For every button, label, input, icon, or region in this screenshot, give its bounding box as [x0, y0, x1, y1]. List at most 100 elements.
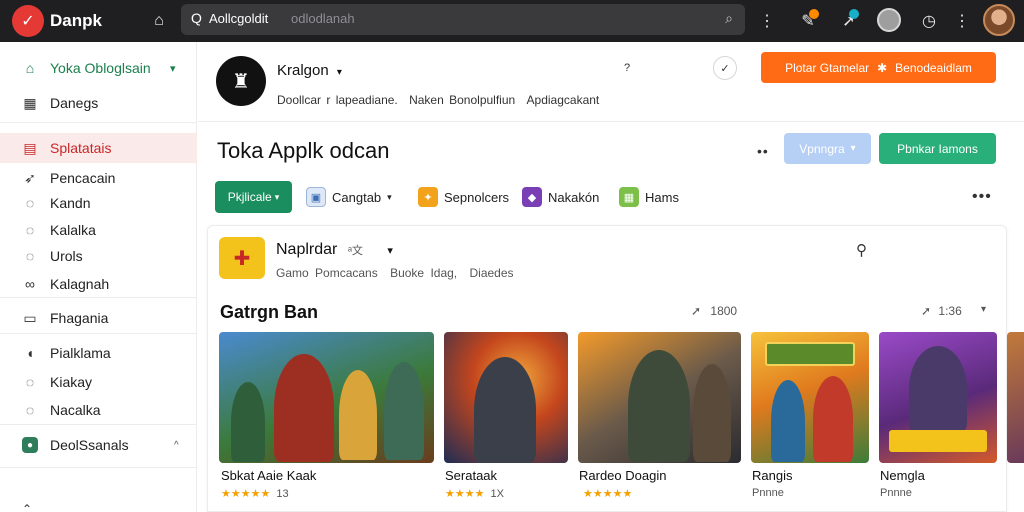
filter-chip-active[interactable]: Pkjlicale ▾	[215, 181, 292, 213]
sidebar-item[interactable]: ◌ Kiakay	[0, 367, 197, 397]
character-figure	[384, 362, 424, 460]
desc-part: Bonolpulfiun	[449, 93, 516, 107]
rating-count: 13	[276, 488, 289, 500]
tag-icon: ◖	[25, 345, 35, 361]
history-icon[interactable]: ◷	[917, 9, 941, 33]
game-subtitle: Pnnne	[880, 487, 912, 499]
user-avatar-small[interactable]	[877, 8, 901, 32]
workspace-label: Yoka Obloglsain	[50, 60, 151, 76]
chat-icon: ◌	[25, 402, 35, 418]
desc-part: Naken	[409, 93, 444, 107]
sidebar-item-label: DeolSsanals	[50, 437, 129, 453]
puzzle-icon: ✦	[418, 187, 438, 207]
filter-chip[interactable]: ▣ Cangtab ▾	[306, 186, 392, 208]
game-subtitle: Pnnne	[752, 487, 784, 499]
title-banner	[889, 430, 987, 452]
character-figure	[274, 354, 334, 462]
title-banner	[765, 342, 855, 366]
help-button[interactable]: ?	[615, 56, 639, 80]
sidebar-item[interactable]: ◖ Pialklama	[0, 338, 197, 368]
app-name[interactable]: Naplrdar ᵃ文 ▾	[276, 241, 393, 259]
sidebar-workspace[interactable]: ⌂ Yoka Obloglsain ▾	[0, 53, 197, 83]
game-rating: ★★★★★ 13	[221, 487, 289, 500]
message-badge	[849, 9, 859, 19]
game-thumbnail[interactable]	[751, 332, 869, 463]
game-title[interactable]: Serataak	[445, 468, 497, 483]
search-icon[interactable]: ⚲	[856, 241, 867, 259]
channel-avatar[interactable]: ♜	[216, 56, 266, 106]
more-horizontal-icon[interactable]: ••	[757, 143, 769, 159]
channel-name[interactable]: Kralgon ▾	[277, 62, 342, 79]
game-title[interactable]: Rangis	[752, 468, 792, 483]
home-icon[interactable]: ⌂	[147, 9, 171, 33]
chip-label: Hams	[645, 189, 679, 205]
verify-button[interactable]: ✓	[713, 56, 737, 80]
chevron-up-icon: ^	[174, 439, 179, 451]
game-thumbnail-partial[interactable]	[1007, 332, 1024, 463]
sidebar-item-label: Pencacain	[50, 170, 116, 186]
filter-chip[interactable]: ✦ Sepnolcers	[418, 186, 509, 208]
sidebar-item-dashboard[interactable]: ▦ Danegs	[0, 88, 197, 118]
sidebar-item[interactable]: ● DeolSsanals ^	[0, 430, 197, 460]
character-figure	[909, 346, 967, 432]
chevron-down-icon[interactable]: ▾	[981, 304, 986, 315]
game-thumbnail[interactable]	[879, 332, 997, 463]
user-avatar[interactable]	[983, 4, 1015, 36]
sidebar-item[interactable]: ◌ Urols	[0, 241, 197, 271]
magnifier-icon[interactable]: ⌕	[725, 10, 733, 27]
sidebar-item[interactable]: ◌ Kandn	[0, 188, 197, 218]
dropdown-button[interactable]: Vpnngra ▾	[784, 133, 871, 164]
search-placeholder: odlodlanah	[291, 11, 355, 26]
chip-label: Sepnolcers	[444, 189, 510, 205]
game-title[interactable]: Nemgla	[880, 468, 925, 483]
more-horizontal-icon[interactable]: •••	[972, 188, 992, 206]
game-thumbnail[interactable]	[219, 332, 434, 463]
settings-more-icon[interactable]: ⋮	[950, 9, 974, 33]
translate-icon: ᵃ文	[347, 245, 363, 257]
rating-count: 1X	[490, 488, 504, 500]
filter-chip[interactable]: ◆ Nakakón	[522, 186, 599, 208]
game-title[interactable]: Sbkat Aaie Kaak	[221, 468, 316, 483]
filter-chip[interactable]: ▦ Hams	[619, 186, 679, 208]
rocket-icon: ➶	[24, 169, 36, 186]
sidebar-item-label: Pialklama	[50, 345, 111, 361]
help-icon: ?	[623, 62, 631, 74]
sidebar-item-active[interactable]: ▤ Splatatais	[0, 133, 197, 163]
sidebar-item[interactable]: ∞ Kalagnah	[0, 269, 197, 299]
action-button[interactable]: Pbnkar Iamons	[879, 133, 996, 164]
sidebar-item-label: Kalalka	[50, 222, 96, 238]
sidebar-item-label: Kandn	[50, 195, 91, 211]
home-icon: ⌂	[25, 60, 35, 76]
chat-icon: ◌	[25, 374, 35, 390]
desc-part: r lapeadiane.	[326, 93, 398, 107]
sparkle-icon: ✱	[877, 60, 888, 75]
app-logo[interactable]: ✓	[12, 5, 44, 37]
app-icon[interactable]: ✚	[219, 237, 265, 279]
chevron-down-icon: ▾	[850, 143, 856, 154]
tag-icon: ▣	[306, 187, 326, 207]
search-value: Aollcgoldit	[209, 11, 269, 26]
chat-icon: ◌	[25, 222, 35, 238]
rating-stars: ★★★★★	[583, 488, 633, 500]
desc-part: Doollcar	[277, 93, 322, 107]
meta-part: Diaedes	[469, 266, 514, 280]
app-meta: Gamo Pomcacans Buoke Idag, Diaedes	[276, 266, 514, 280]
game-title[interactable]: Rardeo Doagin	[579, 468, 666, 483]
game-thumbnail[interactable]	[444, 332, 568, 463]
channel-name-text: Kralgon	[277, 62, 329, 79]
search-input[interactable]: Q Aollcgoldit odlodlanah ⌕	[181, 4, 745, 35]
primary-cta-button[interactable]: Plotar Gtamelar ✱ Benodeaidlam	[761, 52, 996, 83]
section-title: Gatrgn Ban	[220, 302, 319, 322]
count-label: ➚ 1800	[691, 304, 737, 318]
game-thumbnail[interactable]	[578, 332, 741, 463]
dropdown-label: Vpnngra	[799, 141, 845, 156]
more-vertical-icon[interactable]: ⋮	[755, 9, 779, 33]
chevron-down-icon: ▾	[336, 67, 342, 78]
cta-label: Plotar Gtamelar	[785, 60, 870, 75]
check-icon: ✓	[720, 62, 730, 75]
sidebar-item[interactable]: ▭ Fhagania	[0, 303, 197, 333]
sidebar-item[interactable]: ◌ Nacalka	[0, 395, 197, 425]
meta-part: Pomcacans	[315, 266, 378, 280]
count-value: 1:36	[938, 304, 962, 318]
sidebar-item-label: Kalagnah	[50, 276, 110, 292]
